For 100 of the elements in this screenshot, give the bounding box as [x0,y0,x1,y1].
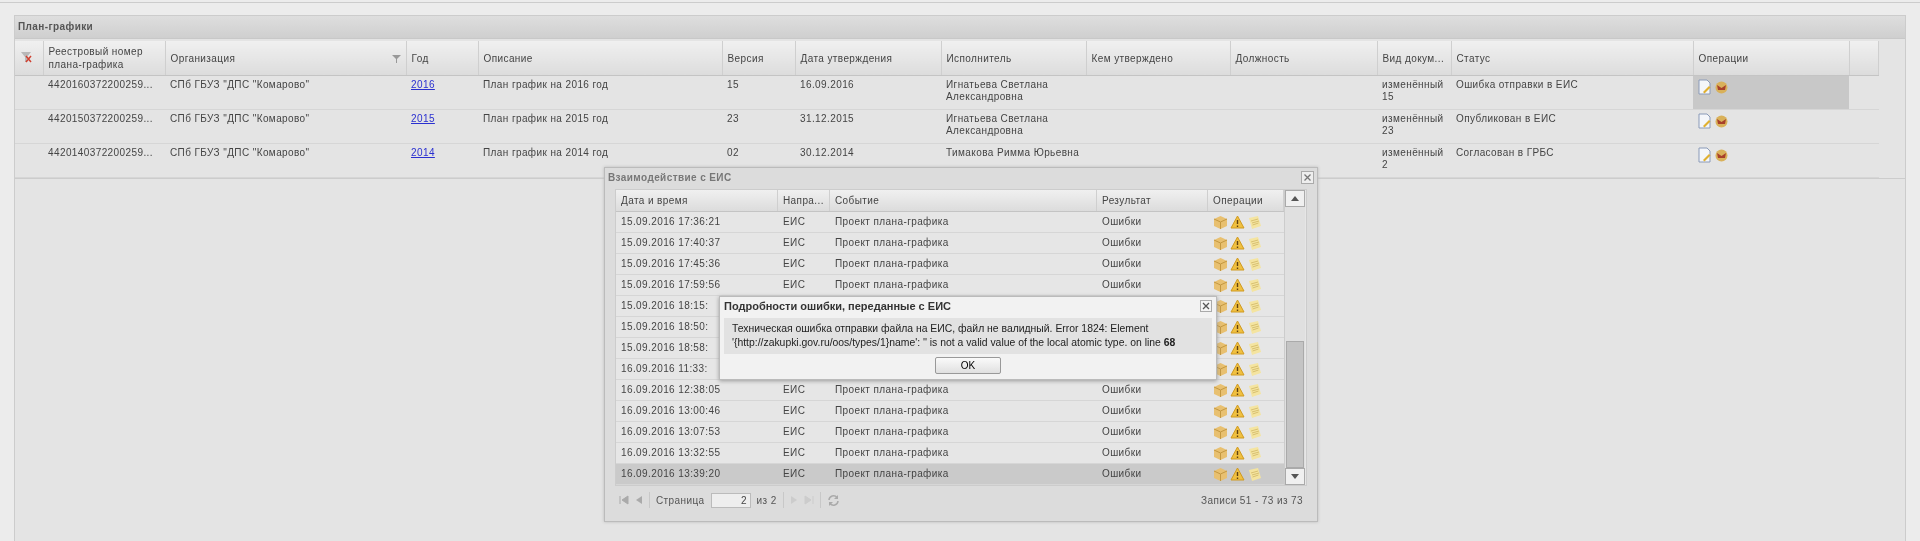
table-cell: 15.09.2016 17:45:36 [621,258,721,269]
document-edit-icon[interactable] [1698,147,1712,163]
clear-filter-icon[interactable] [20,50,32,64]
table-cell: Проект плана-графика [835,384,949,395]
year-link[interactable]: 2016 [411,79,435,90]
warning-icon[interactable] [1230,215,1245,229]
table-cell: Ошибка отправки в ЕИС [1456,79,1579,90]
warning-icon[interactable] [1230,404,1245,418]
warning-icon[interactable] [1230,257,1245,271]
table-cell: 31.12.2015 [800,113,855,124]
page-input[interactable]: 2 [710,492,751,508]
table-cell: изменённый 2 [1382,147,1444,170]
warning-icon[interactable] [1230,446,1245,460]
records-summary: Записи 51 - 73 из 73 [1201,494,1303,506]
table-cell: ЕИС [783,405,806,416]
warning-icon[interactable] [1230,320,1245,334]
column-header[interactable]: Исполнитель [946,51,1012,65]
table-cell: 15.09.2016 18:50: [621,321,709,332]
column-header[interactable]: Напра... [783,195,824,206]
column-header[interactable]: Событие [835,195,880,206]
table-cell: Согласован в ГРБС [1456,147,1554,158]
emblem-icon[interactable] [1714,148,1729,163]
close-icon[interactable] [1200,300,1212,312]
page-count: из 2 [756,494,777,506]
table-cell: Проект плана-графика [835,447,949,458]
close-icon[interactable] [1301,170,1314,184]
warning-icon[interactable] [1230,362,1245,376]
column-header[interactable]: Операции [1698,51,1749,65]
table-row[interactable]: 16.09.2016 13:00:46 ЕИС Проект плана-графика Ошибки [616,401,1284,422]
document-edit-icon[interactable] [1698,79,1712,95]
table-cell: 16.09.2016 13:00:46 [621,405,721,416]
column-header[interactable]: Операции [1213,195,1263,206]
table-row[interactable]: 16.09.2016 13:39:20 ЕИС Проект плана-графика Ошибки [616,464,1284,485]
column-header[interactable]: Должность [1235,51,1290,65]
table-cell: 16.09.2016 11:33: [621,363,708,374]
table-cell: 23 [727,113,739,124]
previous-page-icon[interactable] [635,495,643,505]
document-edit-icon[interactable] [1698,113,1712,129]
table-cell: ЕИС [783,468,806,479]
table-cell: Ошибки [1102,468,1142,479]
column-header[interactable]: Описание [483,51,533,65]
table-cell: Проект плана-графика [835,468,949,479]
table-cell: Ошибки [1102,237,1142,248]
operations-cell[interactable] [1693,75,1849,110]
table-cell: 16.09.2016 [800,79,855,90]
table-cell: 30.12.2014 [800,147,855,158]
warning-icon[interactable] [1230,278,1245,292]
table-row[interactable]: 15.09.2016 17:40:37 ЕИС Проект плана-графика Ошибки [616,233,1284,254]
table-cell: ЕИС [783,258,806,269]
scroll-up-icon[interactable] [1285,190,1305,207]
panel-title: План-графики [15,16,1905,39]
table-cell: СПб ГБУЗ "ДПС "Комарово" [170,147,310,158]
first-page-icon[interactable] [619,495,629,505]
table-cell: 15.09.2016 17:40:37 [621,237,721,248]
table-cell: Тимакова Римма Юрьевна [946,147,1080,158]
error-message: Техническая ошибка отправки файла на ЕИС, файл не валидный. Error 1824: Element '{http://zakupki.gov.ru/oos/types/1}name': '' is not a valid value of the local atomic type. on line 68 [732,323,1176,348]
table-cell: Проект плана-графика [835,237,949,248]
warning-icon[interactable] [1230,383,1245,397]
table-cell: Проект плана-графика [835,426,949,437]
table-cell: Ошибки [1102,384,1142,395]
scrollbar[interactable] [1284,190,1305,485]
table-cell: Опубликован в ЕИС [1456,113,1557,124]
table-cell: ЕИС [783,237,806,248]
column-header[interactable]: Результат [1102,195,1152,206]
year-link[interactable]: 2015 [411,113,435,124]
table-cell: 4420140372200259... [48,147,153,158]
table-row[interactable]: 16.09.2016 13:07:53 ЕИС Проект плана-графика Ошибки [616,422,1284,443]
column-header[interactable]: Организация [170,51,236,65]
table-cell: 16.09.2016 12:38:05 [621,384,721,395]
column-header[interactable]: Год [411,51,429,65]
popup-title: Подробности ошибки, переданные с ЕИС [724,300,951,312]
table-cell: 16.09.2016 13:07:53 [621,426,721,437]
table-cell: Проект плана-графика [835,216,949,227]
filter-icon[interactable] [391,53,401,63]
table-cell: 16.09.2016 13:39:20 [621,468,721,479]
table-row[interactable]: 15.09.2016 17:45:36 ЕИС Проект плана-графика Ошибки [616,254,1284,275]
emblem-icon[interactable] [1714,80,1729,95]
table-cell: Игнатьева Светлана Александровна [946,113,1049,136]
warning-icon[interactable] [1230,425,1245,439]
emblem-icon[interactable] [1714,114,1729,129]
table-cell: 15 [727,79,739,90]
ok-button[interactable]: OK [935,357,1001,374]
column-header[interactable]: Статус [1456,51,1491,65]
warning-icon[interactable] [1230,236,1245,250]
column-header[interactable]: Дата и время [621,195,688,206]
table-cell: Ошибки [1102,447,1142,458]
warning-icon[interactable] [1230,341,1245,355]
table-row[interactable]: 15.09.2016 17:36:21 ЕИС Проект плана-графика Ошибки [616,212,1284,233]
warning-icon[interactable] [1230,299,1245,313]
table-cell: ЕИС [783,279,806,290]
table-cell: СПб ГБУЗ "ДПС "Комарово" [170,113,310,124]
table-cell: 4420160372200259... [48,79,153,90]
table-cell: Ошибки [1102,279,1142,290]
table-cell: Проект плана-графика [835,258,949,269]
year-link[interactable]: 2014 [411,147,435,158]
table-cell: Проект плана-графика [835,405,949,416]
warning-icon[interactable] [1230,467,1245,481]
table-cell: ЕИС [783,426,806,437]
refresh-icon[interactable] [826,493,840,507]
scroll-down-icon[interactable] [1285,468,1305,485]
